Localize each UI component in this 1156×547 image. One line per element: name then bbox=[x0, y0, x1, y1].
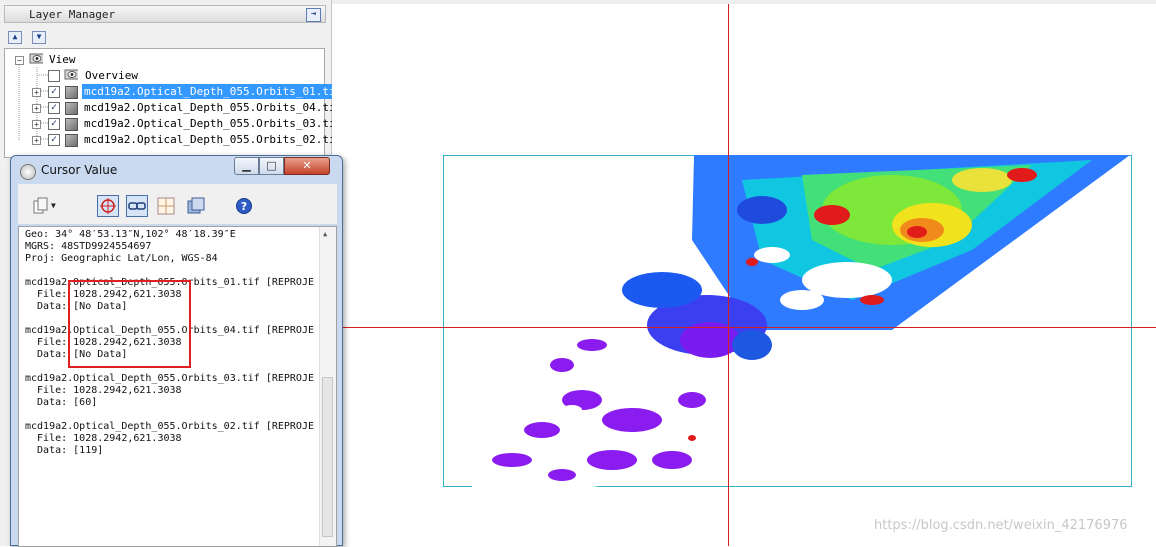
geo-line: Geo: 34° 48′53.13″N,102° 48′18.39″E bbox=[25, 229, 236, 240]
tree-item-view-label: View bbox=[49, 53, 76, 66]
pin-icon[interactable]: ⇥ bbox=[306, 8, 321, 22]
proj-line: Proj: Geographic Lat/Lon, WGS-84 bbox=[25, 253, 218, 264]
crosshair-vertical-line bbox=[728, 4, 729, 546]
crosshair-horizontal-line bbox=[332, 327, 1156, 328]
crosshair-icon[interactable] bbox=[97, 195, 119, 217]
expand-icon[interactable]: + bbox=[32, 136, 41, 145]
overview-label: Overview bbox=[85, 69, 138, 82]
svg-text:?: ? bbox=[241, 200, 247, 213]
layer-label: mcd19a2.Optical_Depth_055.Orbits_04.tif bbox=[84, 101, 343, 114]
cursor-value-toolbar: ▼ ? bbox=[18, 184, 337, 224]
vertical-scrollbar[interactable]: ▲ bbox=[319, 227, 336, 546]
layer-header: mcd19a2.Optical_Depth_055.Orbits_02.tif … bbox=[25, 421, 314, 432]
expand-icon[interactable]: + bbox=[32, 104, 41, 113]
link-icon[interactable] bbox=[126, 195, 148, 217]
collapse-icon[interactable]: − bbox=[15, 56, 24, 65]
minimize-button[interactable]: ▁ bbox=[234, 157, 259, 175]
grid-icon[interactable] bbox=[157, 197, 175, 215]
dialog-title: Cursor Value bbox=[41, 163, 118, 177]
move-down-button[interactable]: ▼ bbox=[32, 31, 46, 44]
file-line: File: 1028.2942,621.3038 bbox=[25, 385, 182, 396]
raster-layer-icon bbox=[65, 134, 78, 147]
layer-manager-title: Layer Manager bbox=[29, 8, 116, 21]
raster-layer-icon bbox=[65, 86, 78, 99]
layer-manager-titlebar: Layer Manager ⇥ bbox=[4, 5, 326, 23]
data-line: Data: [119] bbox=[25, 445, 104, 456]
scrollbar-thumb[interactable] bbox=[322, 377, 333, 537]
cursor-value-output[interactable]: Geo: 34° 48′53.13″N,102° 48′18.39″E MGRS:… bbox=[18, 226, 337, 547]
overview-icon bbox=[64, 69, 78, 80]
raster-image bbox=[472, 155, 1130, 487]
cursor-value-titlebar[interactable]: Cursor Value ▁ □ ✕ bbox=[11, 156, 342, 184]
layer-label: mcd19a2.Optical_Depth_055.Orbits_02.tif bbox=[84, 133, 343, 146]
view-icon bbox=[29, 53, 43, 64]
overview-checkbox[interactable] bbox=[48, 70, 60, 82]
map-view[interactable]: https://blog.csdn.net/weixin_42176976 bbox=[332, 0, 1156, 546]
watermark-text: https://blog.csdn.net/weixin_42176976 bbox=[874, 518, 1128, 533]
scroll-up-icon[interactable]: ▲ bbox=[323, 230, 327, 238]
layer-label: mcd19a2.Optical_Depth_055.Orbits_01.tif bbox=[82, 84, 345, 99]
app-icon bbox=[20, 164, 36, 180]
maximize-button[interactable]: □ bbox=[259, 157, 284, 175]
close-button[interactable]: ✕ bbox=[284, 157, 330, 175]
layer-checkbox[interactable]: ✓ bbox=[48, 118, 60, 130]
raster-layer-icon bbox=[65, 102, 78, 115]
layers-icon[interactable] bbox=[187, 197, 205, 215]
expand-icon[interactable]: + bbox=[32, 88, 41, 97]
highlight-annotation-box bbox=[68, 280, 191, 368]
file-line: File: 1028.2942,621.3038 bbox=[25, 433, 182, 444]
raster-layer-icon bbox=[65, 118, 78, 131]
dropdown-arrow-icon[interactable]: ▼ bbox=[51, 197, 69, 215]
expand-icon[interactable]: + bbox=[32, 120, 41, 129]
help-icon[interactable]: ? bbox=[235, 197, 253, 215]
layer-checkbox[interactable]: ✓ bbox=[48, 86, 60, 98]
mgrs-line: MGRS: 48STD9924554697 bbox=[25, 241, 152, 252]
layer-checkbox[interactable]: ✓ bbox=[48, 102, 60, 114]
layer-header: mcd19a2.Optical_Depth_055.Orbits_03.tif … bbox=[25, 373, 314, 384]
layer-tree: − View Overview + ✓ mcd19a2.Optical_Dept… bbox=[4, 48, 345, 158]
move-up-button[interactable]: ▲ bbox=[8, 31, 22, 44]
layer-checkbox[interactable]: ✓ bbox=[48, 134, 60, 146]
copy-icon[interactable] bbox=[33, 197, 51, 215]
layer-label: mcd19a2.Optical_Depth_055.Orbits_03.tif bbox=[84, 117, 343, 130]
data-line: Data: [60] bbox=[25, 397, 98, 408]
